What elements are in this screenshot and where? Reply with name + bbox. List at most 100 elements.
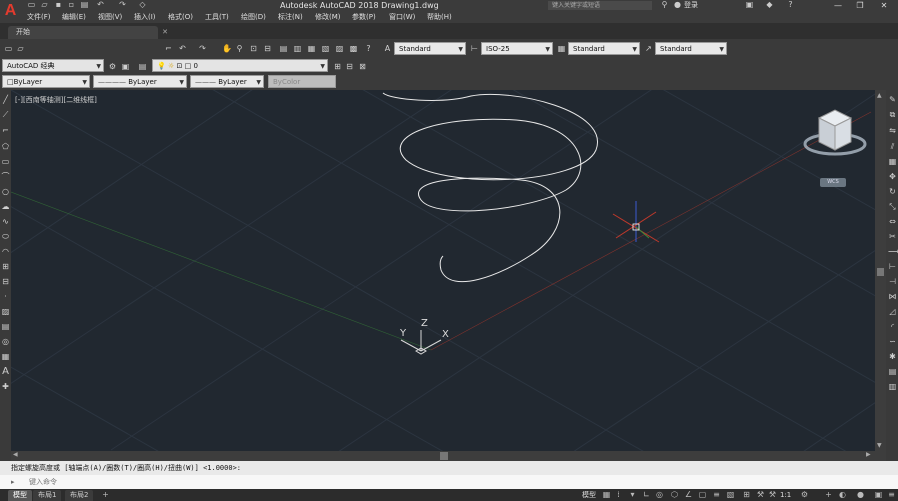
exchange-icon[interactable]: ◆ — [765, 1, 774, 9]
vertical-scroll-thumb[interactable] — [877, 268, 884, 276]
polygon-icon[interactable]: ⬠ — [1, 142, 10, 151]
minimize-button[interactable]: — — [828, 0, 848, 11]
helix-object[interactable] — [382, 92, 599, 283]
customize-icon[interactable]: ▣ — [121, 62, 130, 71]
isodraft-icon[interactable]: ⬡ — [670, 490, 679, 500]
region-icon[interactable]: ◎ — [1, 337, 10, 346]
menu-edit[interactable]: 编辑(E) — [62, 11, 86, 23]
zoom-window-icon[interactable]: ⊡ — [249, 44, 258, 53]
grid-icon[interactable]: ▦ — [602, 490, 611, 500]
tab-start[interactable]: 开始 — [8, 26, 158, 39]
menu-view[interactable]: 视图(V) — [98, 11, 122, 23]
markup-icon[interactable]: ▨ — [335, 44, 344, 53]
binoculars-icon[interactable]: ⚲ — [660, 1, 669, 9]
annotation-scale[interactable]: 1:1 — [780, 490, 791, 500]
command-customize-icon[interactable]: ▸ — [11, 477, 21, 487]
tool-palettes-icon[interactable]: ▦ — [307, 44, 316, 53]
mirror-icon[interactable]: ⇋ — [888, 126, 897, 135]
tab-close-icon[interactable]: ✕ — [160, 27, 170, 37]
hatch-icon[interactable]: ▨ — [1, 307, 10, 316]
stretch-icon[interactable]: ⇔ — [888, 217, 897, 226]
scroll-up-icon[interactable]: ▲ — [877, 92, 882, 99]
layer-tools-icon[interactable]: ▤ — [888, 367, 897, 376]
fillet-icon[interactable]: ◜ — [888, 322, 897, 331]
lineweight-select[interactable]: ——— ByLayer ▼ — [190, 75, 264, 88]
table-icon[interactable]: ▦ — [1, 352, 10, 361]
annotation-visibility-icon[interactable]: ⚒ — [756, 490, 765, 500]
save-icon[interactable]: ▪ — [54, 1, 63, 9]
properties-panel-icon[interactable]: ▥ — [888, 382, 897, 391]
drawing-area[interactable] — [11, 90, 886, 451]
break-at-point-icon[interactable]: ⊢ — [888, 262, 897, 271]
arc-icon[interactable]: ⌒ — [1, 172, 10, 181]
circle-icon[interactable]: ○ — [1, 187, 10, 196]
object-snap-icon[interactable]: ▢ — [698, 490, 707, 500]
cart-icon[interactable]: ▣ — [745, 1, 754, 9]
rectangle-icon[interactable]: ▭ — [1, 157, 10, 166]
close-button[interactable]: ✕ — [874, 0, 894, 11]
multileader-style-select[interactable]: Standard ▼ — [655, 42, 727, 55]
help-icon[interactable]: ? — [364, 44, 373, 53]
make-block-icon[interactable]: ⊟ — [1, 277, 10, 286]
auto-scale-icon[interactable]: ⚒ — [768, 490, 777, 500]
lineweight-icon[interactable]: ≡ — [712, 490, 721, 500]
open-file-icon[interactable]: ▱ — [40, 1, 49, 9]
gradient-icon[interactable]: ▤ — [1, 322, 10, 331]
wcs-menu[interactable]: WCS — [820, 178, 846, 187]
snap-icon[interactable]: ⁞ — [614, 490, 623, 500]
sign-in-label[interactable]: 登录 — [684, 0, 698, 11]
extend-icon[interactable]: ⟶ — [888, 247, 898, 256]
zoom-previous-icon[interactable]: ⊟ — [263, 44, 272, 53]
chevron-down-icon[interactable]: ▾ — [628, 490, 637, 500]
spline-icon[interactable]: ∿ — [1, 217, 10, 226]
restore-button[interactable]: ❐ — [850, 0, 870, 11]
workspace-switch-icon[interactable]: ⚙ — [800, 490, 809, 500]
app-menu-button[interactable]: A — [0, 0, 21, 23]
scroll-left-icon[interactable]: ◀ — [13, 451, 18, 458]
search-input[interactable]: 键入关键字或短语 — [548, 1, 652, 10]
undo-icon[interactable]: ↶ — [178, 44, 187, 53]
menu-draw[interactable]: 绘图(D) — [241, 11, 266, 23]
menu-help[interactable]: 帮助(H) — [427, 11, 452, 23]
tab-layout2[interactable]: 布局2 — [65, 490, 94, 501]
horizontal-scrollbar[interactable] — [11, 451, 886, 461]
workspace-select[interactable]: AutoCAD 经典 ▼ — [2, 59, 104, 72]
undo-icon[interactable]: ↶ — [96, 1, 105, 9]
print-icon[interactable]: ▤ — [80, 1, 89, 9]
color-select[interactable]: □ByLayer ▼ — [2, 75, 90, 88]
customization-icon[interactable]: ≡ — [887, 490, 896, 500]
workspace-settings-icon[interactable]: ⚙ — [108, 62, 117, 71]
construction-line-icon[interactable]: ⟋ — [1, 110, 10, 119]
open-icon[interactable]: ▱ — [16, 44, 25, 53]
polyline-icon[interactable]: ⌐ — [1, 126, 10, 135]
text-style-select[interactable]: Standard ▼ — [394, 42, 466, 55]
save-as-icon[interactable]: ▫ — [67, 1, 76, 9]
layer-previous-icon[interactable]: ⊟ — [345, 62, 354, 71]
menu-tools[interactable]: 工具(T) — [205, 11, 229, 23]
new-file-icon[interactable]: ▭ — [27, 1, 36, 9]
menu-insert[interactable]: 插入(I) — [134, 11, 156, 23]
ellipse-arc-icon[interactable]: ◠ — [1, 247, 10, 256]
viewport-controls-label[interactable]: [-][西南等轴测][二维线框] — [15, 95, 97, 105]
object-snap-tracking-icon[interactable]: ∠ — [684, 490, 693, 500]
calculator-icon[interactable]: ▩ — [349, 44, 358, 53]
scroll-down-icon[interactable]: ▼ — [877, 442, 882, 449]
add-selected-icon[interactable]: ✚ — [1, 382, 10, 391]
pan-icon[interactable]: ✋ — [222, 44, 232, 53]
drawing-canvas[interactable] — [11, 90, 886, 451]
copy-icon[interactable]: ⧉ — [888, 110, 897, 119]
ellipse-icon[interactable]: ⬭ — [1, 232, 10, 241]
redo-icon[interactable]: ↷ — [118, 1, 127, 9]
match-properties-icon[interactable]: ⌐ — [164, 44, 173, 53]
properties-icon[interactable]: ▤ — [279, 44, 288, 53]
dim-style-select[interactable]: ISO-25 ▼ — [481, 42, 553, 55]
isolate-objects-icon[interactable]: ◐ — [838, 490, 847, 500]
redo-icon[interactable]: ↷ — [198, 44, 207, 53]
layer-properties-icon[interactable]: ▤ — [138, 62, 147, 71]
rotate-icon[interactable]: ↻ — [888, 187, 897, 196]
menu-parametric[interactable]: 参数(P) — [352, 11, 376, 23]
horizontal-scroll-thumb[interactable] — [440, 452, 448, 460]
ortho-icon[interactable]: ∟ — [642, 490, 651, 500]
layer-state-icon[interactable]: ⊠ — [358, 62, 367, 71]
design-center-icon[interactable]: ▥ — [293, 44, 302, 53]
